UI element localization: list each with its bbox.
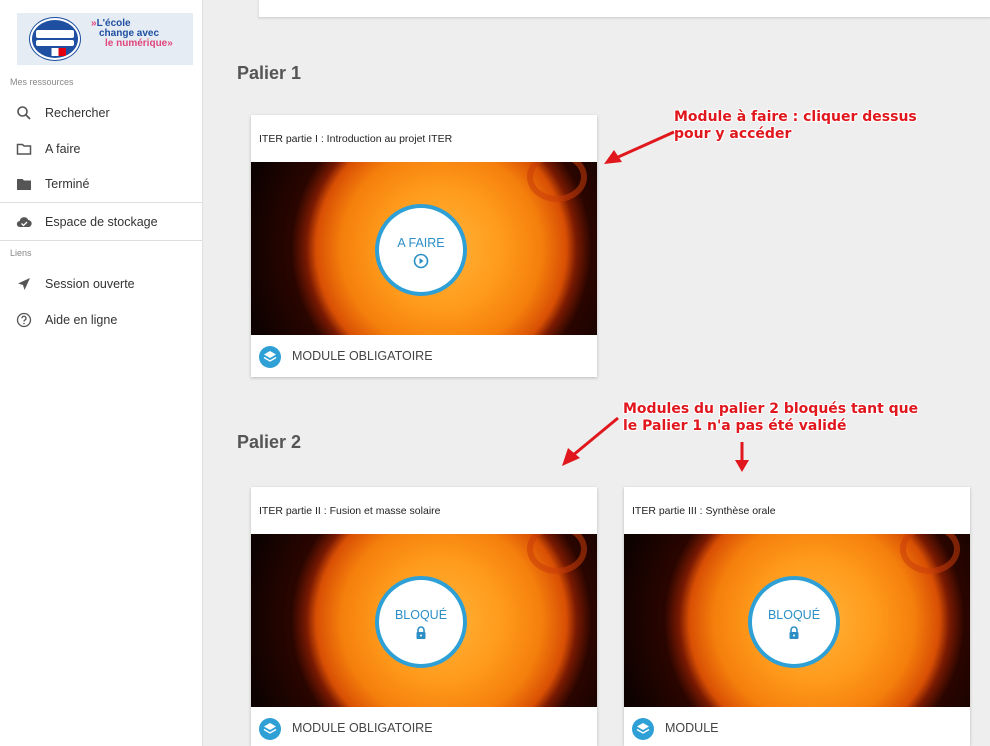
module-card-iter-partie-2[interactable]: ITER partie II : Fusion et masse solaire… [251,487,597,746]
status-bloque-indicator: BLOQUÉ [375,576,467,668]
module-card-title: ITER partie I : Introduction au projet I… [259,133,453,145]
lock-icon [416,626,426,639]
module-type-label: MODULE OBLIGATOIRE [292,721,433,735]
sidebar-item-rechercher[interactable]: Rechercher [0,96,202,130]
module-card-footer: MODULE [624,707,970,746]
send-icon [18,278,30,290]
sidebar-item-label: A faire [45,142,81,156]
status-a-faire-button[interactable]: A FAIRE [375,204,467,296]
logo-line-3: le numérique [105,38,168,49]
folder-filled-icon [17,179,31,190]
top-panel [258,0,990,18]
app-logo[interactable]: »L'école change avec le numérique» [17,13,193,65]
sidebar-divider [0,240,202,241]
annotation-arrow-icon [735,442,749,472]
status-bloque-indicator: BLOQUÉ [748,576,840,668]
play-circle-icon [413,253,429,269]
sidebar-item-espace-de-stockage[interactable]: Espace de stockage [0,205,202,239]
sidebar-item-termine[interactable]: Terminé [0,167,202,201]
annotation-arrow-icon [562,416,619,466]
search-icon [17,106,31,120]
sidebar-item-label: Aide en ligne [45,313,118,327]
sidebar-item-a-faire[interactable]: A faire [0,132,202,166]
annotation-line: Module à faire : cliquer dessus [674,109,917,125]
help-circle-icon [16,312,32,328]
module-card-iter-partie-3[interactable]: ITER partie III : Synthèse orale BLOQUÉ … [624,487,970,746]
section-label-mes-ressources: Mes ressources [10,77,74,87]
status-label: BLOQUÉ [767,608,821,622]
module-card-iter-partie-1[interactable]: ITER partie I : Introduction au projet I… [251,115,597,377]
sidebar-item-aide-en-ligne[interactable]: Aide en ligne [0,303,202,337]
sidebar: »L'école change avec le numérique» Mes r… [0,0,203,746]
folder-outline-icon [16,143,32,155]
section-title-palier-1: Palier 1 [237,63,302,83]
sidebar-item-session-ouverte[interactable]: Session ouverte [0,267,202,301]
module-card-footer: MODULE OBLIGATOIRE [251,707,597,746]
module-type-label: MODULE OBLIGATOIRE [292,349,433,363]
layers-icon [632,718,654,740]
annotation-modules-bloques: Modules du palier 2 bloqués tant que le … [623,401,918,435]
module-type-label: MODULE [665,721,719,735]
sidebar-item-label: Session ouverte [45,277,135,291]
annotation-line: pour y accéder [674,126,792,142]
layers-icon [259,718,281,740]
sidebar-item-label: Espace de stockage [45,215,158,229]
sidebar-item-label: Terminé [45,177,90,191]
annotation-module-a-faire: Module à faire : cliquer dessus pour y a… [674,109,917,143]
module-card-title: ITER partie III : Synthèse orale [632,505,776,517]
module-card-footer: MODULE OBLIGATOIRE [251,335,597,377]
status-label: BLOQUÉ [394,608,448,622]
annotation-line: le Palier 1 n'a pas été validé [623,418,847,434]
section-title-palier-2: Palier 2 [237,432,302,452]
sidebar-item-label: Rechercher [45,106,110,120]
logo-tagline: »L'école change avec le numérique» [91,18,173,49]
ressources-badge-logo [30,18,80,60]
lock-icon [789,626,799,639]
annotation-line: Modules du palier 2 bloqués tant que [623,401,919,417]
layers-icon [259,346,281,368]
status-label: A FAIRE [397,236,445,250]
section-label-liens: Liens [10,248,32,258]
sidebar-divider [0,202,202,203]
module-card-title: ITER partie II : Fusion et masse solaire [259,505,441,517]
annotation-arrow-icon [604,130,675,164]
cloud-done-icon [16,217,32,228]
